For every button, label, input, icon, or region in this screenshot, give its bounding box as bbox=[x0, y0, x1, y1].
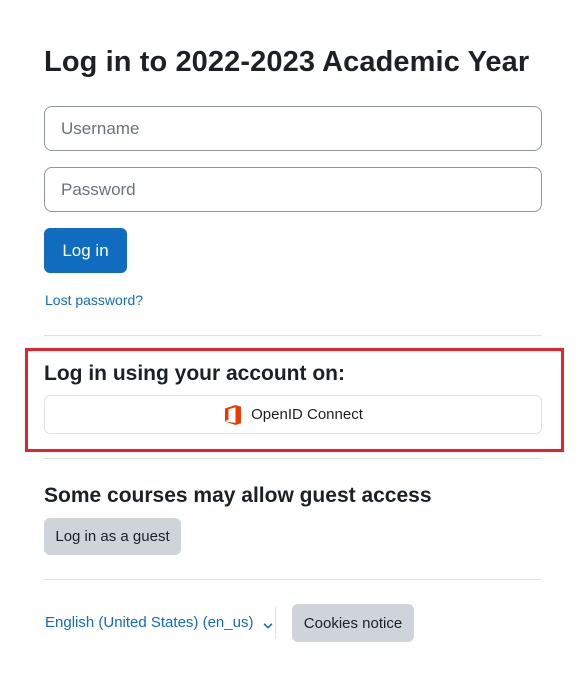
language-selector[interactable]: English (United States) (en_us) bbox=[45, 614, 273, 631]
password-input[interactable] bbox=[44, 167, 542, 212]
guest-heading: Some courses may allow guest access bbox=[44, 484, 432, 507]
footer-separator bbox=[275, 607, 276, 639]
username-input[interactable] bbox=[44, 106, 542, 151]
divider bbox=[44, 458, 542, 459]
cookies-notice-button[interactable]: Cookies notice bbox=[292, 604, 414, 642]
page-title: Log in to 2022-2023 Academic Year bbox=[44, 46, 530, 78]
guest-login-button[interactable]: Log in as a guest bbox=[44, 518, 181, 555]
login-button[interactable]: Log in bbox=[44, 228, 127, 273]
chevron-down-icon bbox=[263, 618, 273, 628]
divider bbox=[44, 579, 542, 580]
highlight-box bbox=[25, 348, 564, 452]
divider bbox=[44, 335, 542, 336]
language-label: English (United States) (en_us) bbox=[45, 614, 254, 631]
lost-password-link[interactable]: Lost password? bbox=[45, 292, 143, 308]
